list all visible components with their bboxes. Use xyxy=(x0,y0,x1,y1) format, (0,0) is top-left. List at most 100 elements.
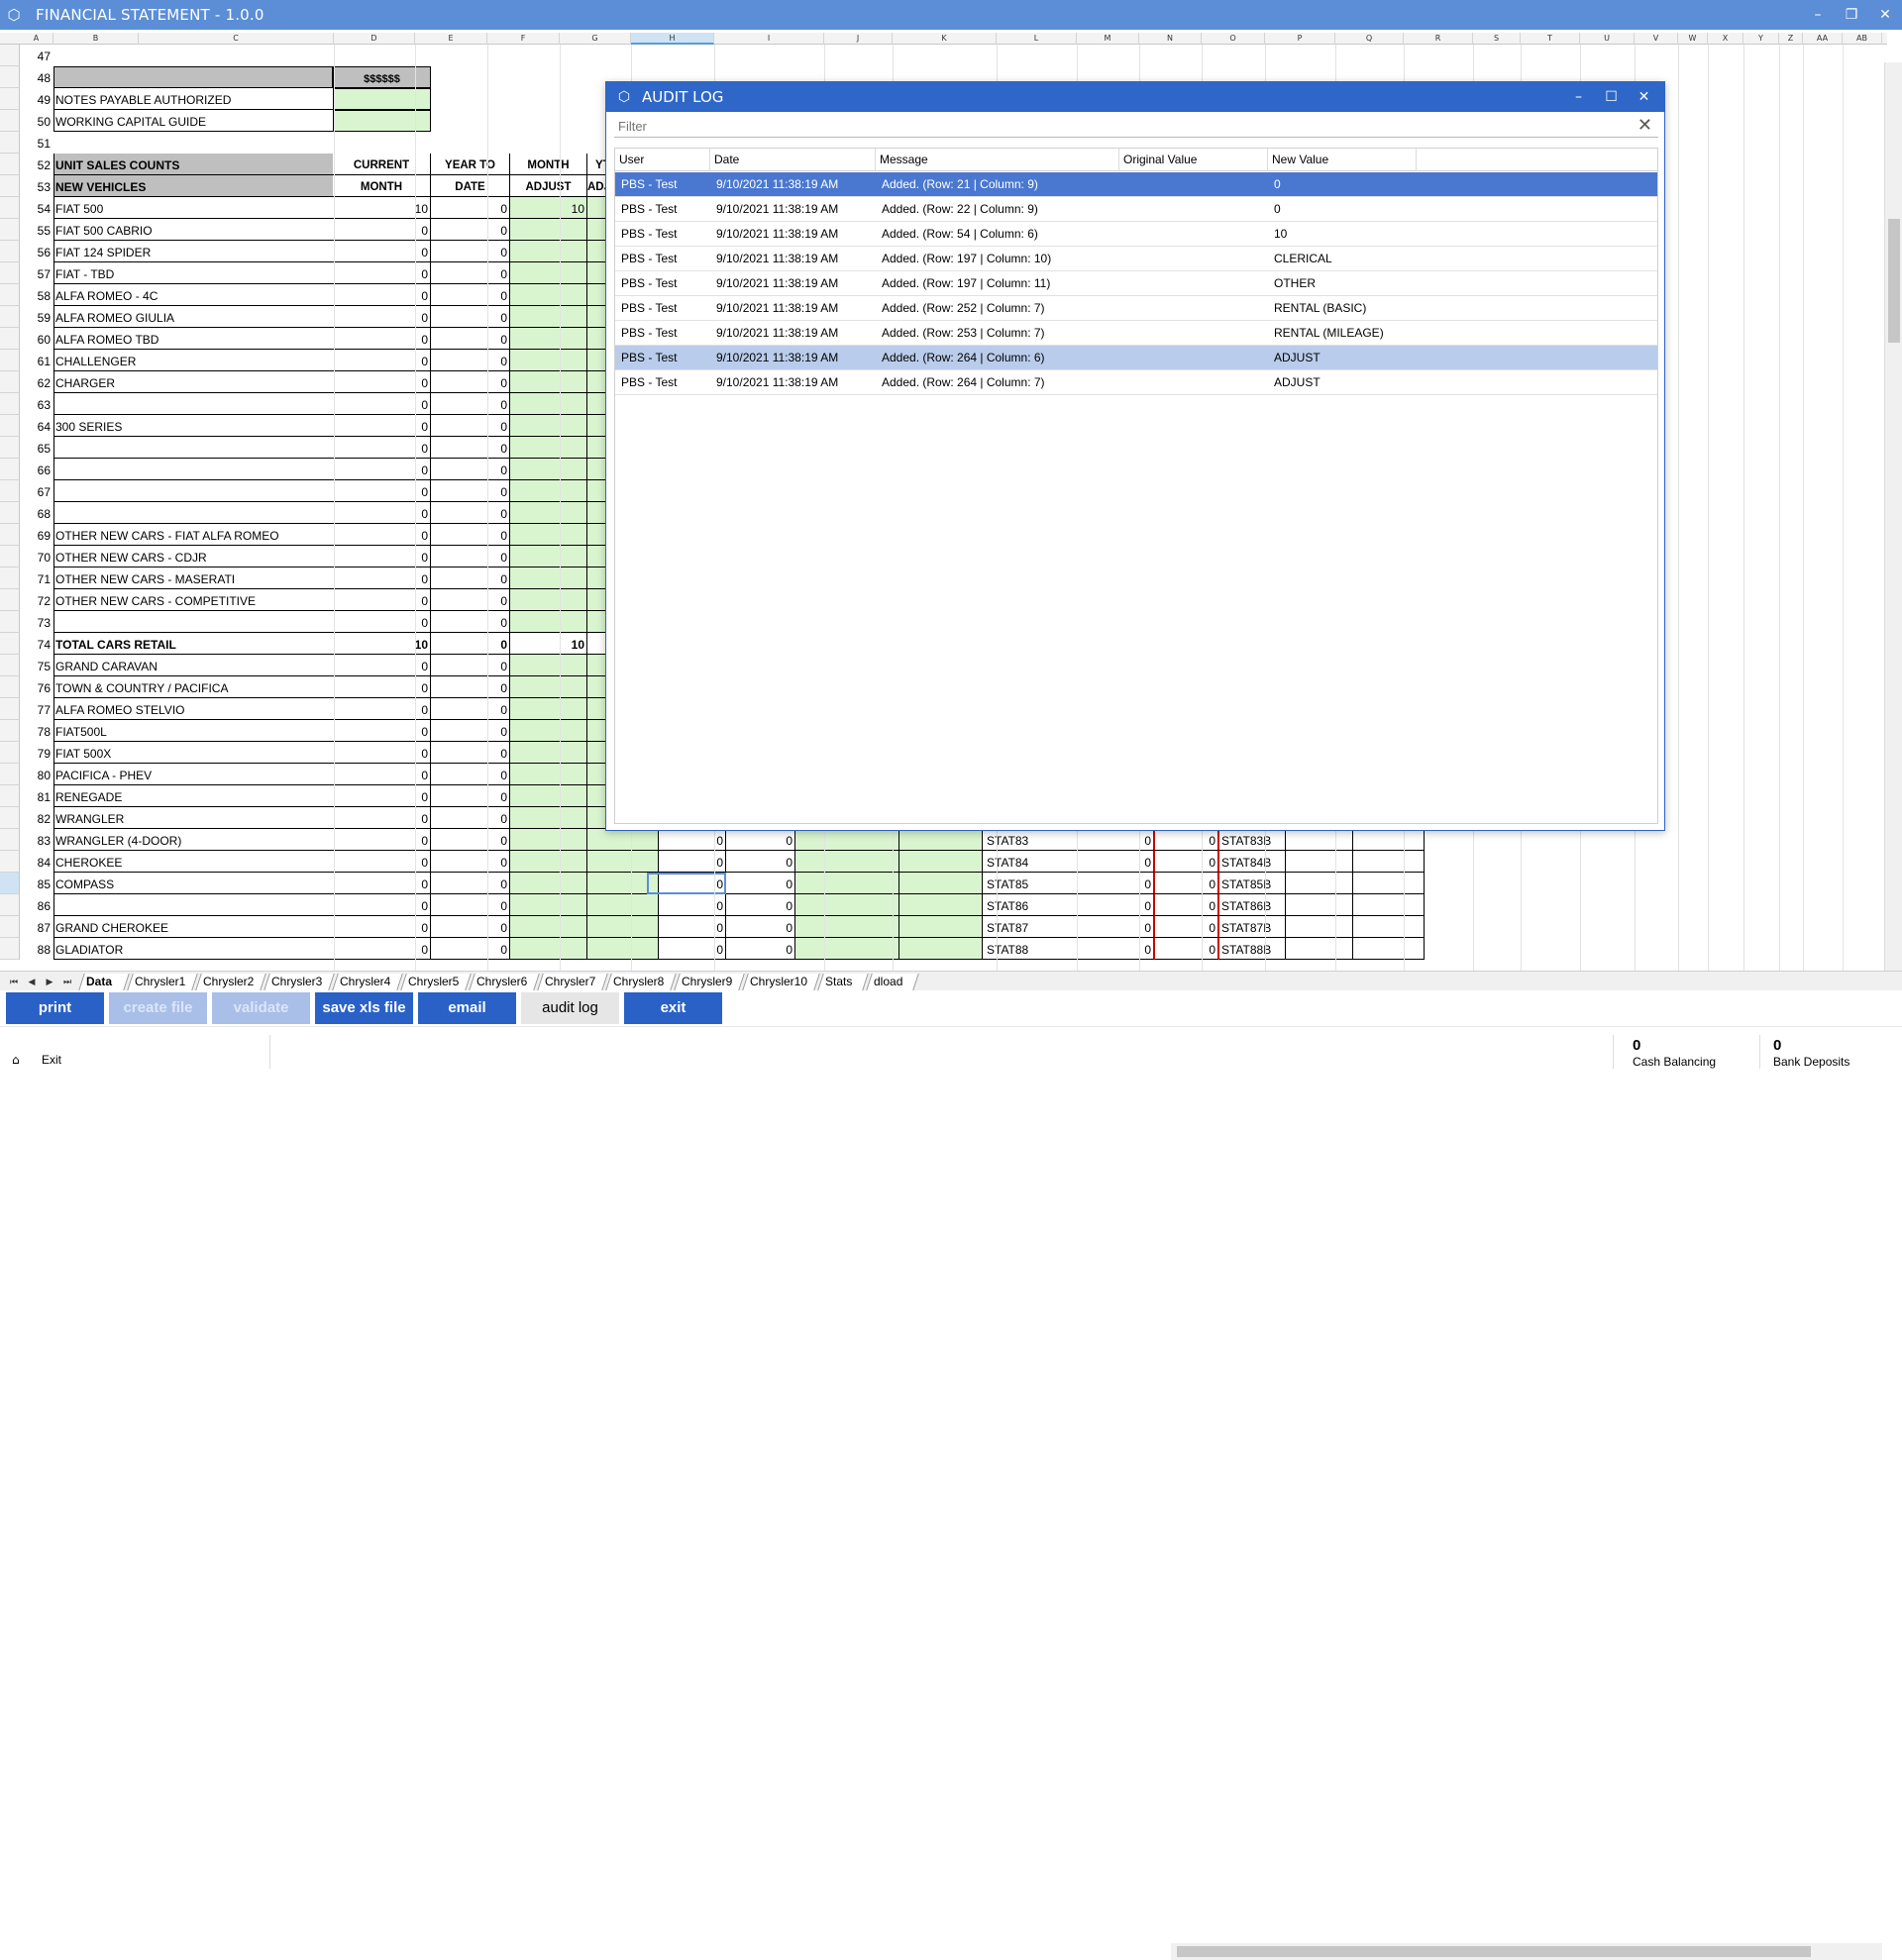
sheet-tab[interactable]: Chrysler5 xyxy=(400,974,472,990)
row-header[interactable] xyxy=(0,589,20,611)
row-label[interactable]: OTHER NEW CARS - FIAT ALFA ROMEO xyxy=(53,524,333,546)
exit-button[interactable]: exit xyxy=(624,992,722,1024)
sheet-tab[interactable]: Chrysler1 xyxy=(127,974,198,990)
year-to-date-cell[interactable]: 0 xyxy=(431,393,510,415)
month-adjust-cell[interactable] xyxy=(510,764,587,785)
row-header[interactable] xyxy=(0,132,20,154)
year-to-date-cell[interactable]: 0 xyxy=(431,742,510,764)
month-adjust-cell[interactable] xyxy=(510,720,587,742)
year-to-date-cell[interactable]: 0 xyxy=(431,676,510,698)
year-to-date-cell[interactable]: 0 xyxy=(431,197,510,219)
close-icon[interactable]: ✕ xyxy=(1868,0,1902,30)
row-header[interactable] xyxy=(0,393,20,415)
sheet-tab[interactable]: Chrysler10 xyxy=(742,974,820,990)
year-to-date-cell[interactable]: 0 xyxy=(431,480,510,502)
column-header[interactable]: Y xyxy=(1744,33,1779,45)
month-adjust-cell[interactable] xyxy=(510,546,587,567)
input-cell-j[interactable] xyxy=(795,851,899,873)
month-adjust-cell[interactable] xyxy=(510,916,587,938)
month-adjust-cell[interactable] xyxy=(510,829,587,851)
month-adjust-cell[interactable]: 10 xyxy=(510,633,587,655)
value-cell-i[interactable]: 0 xyxy=(726,894,795,916)
row-header[interactable] xyxy=(0,197,20,219)
stat-code-b-cell[interactable]: STAT88B xyxy=(1219,938,1286,960)
vertical-scrollbar[interactable] xyxy=(1884,62,1902,971)
month-adjust-cell[interactable] xyxy=(510,262,587,284)
empty-cell-p[interactable] xyxy=(1286,873,1353,894)
row-label[interactable]: TOTAL CARS RETAIL xyxy=(53,633,333,655)
current-month-cell[interactable]: 0 xyxy=(333,720,431,742)
column-header[interactable]: AB xyxy=(1843,33,1882,45)
audit-log-row[interactable]: PBS - Test 9/10/2021 11:38:19 AM Added. (R… xyxy=(615,247,1657,271)
input-cell-j[interactable] xyxy=(795,873,899,894)
month-adjust-cell[interactable] xyxy=(510,567,587,589)
month-adjust-cell[interactable] xyxy=(510,894,587,916)
month-adjust-cell[interactable] xyxy=(510,676,587,698)
current-month-cell[interactable]: 0 xyxy=(333,502,431,524)
column-header[interactable]: N xyxy=(1139,33,1202,45)
value-cell-m[interactable]: 0 xyxy=(1078,829,1155,851)
value-cell-m[interactable]: 0 xyxy=(1078,916,1155,938)
year-to-date-cell[interactable]: 0 xyxy=(431,611,510,633)
column-header[interactable]: U xyxy=(1580,33,1635,45)
audit-log-titlebar[interactable]: ⬡ AUDIT LOG – ☐ ✕ xyxy=(606,82,1664,112)
sheet-tab[interactable]: Chrysler8 xyxy=(605,974,677,990)
column-header[interactable]: D xyxy=(334,33,415,45)
current-month-cell[interactable]: 0 xyxy=(333,873,431,894)
month-adjust-cell[interactable] xyxy=(510,938,587,960)
month-adjust-cell[interactable] xyxy=(510,785,587,807)
year-to-date-cell[interactable]: 0 xyxy=(431,720,510,742)
row-header[interactable] xyxy=(0,873,20,894)
row-label[interactable]: ALFA ROMEO GIULIA xyxy=(53,306,333,328)
audit-log-row[interactable]: PBS - Test 9/10/2021 11:38:19 AM Added. (R… xyxy=(615,172,1657,197)
input-cell-k[interactable] xyxy=(899,829,983,851)
column-header[interactable]: X xyxy=(1708,33,1744,45)
column-header[interactable]: P xyxy=(1265,33,1335,45)
row-label[interactable]: FIAT500L xyxy=(53,720,333,742)
row-header[interactable] xyxy=(0,284,20,306)
row-label[interactable]: FIAT 500 CABRIO xyxy=(53,219,333,241)
row-header[interactable] xyxy=(0,807,20,829)
row-header[interactable] xyxy=(0,742,20,764)
row-label[interactable]: OTHER NEW CARS - MASERATI xyxy=(53,567,333,589)
empty-cell-q[interactable] xyxy=(1353,851,1425,873)
current-month-cell[interactable]: 0 xyxy=(333,241,431,262)
empty-cell-p[interactable] xyxy=(1286,829,1353,851)
restore-icon[interactable]: ❐ xyxy=(1835,0,1868,30)
row-label[interactable]: RENEGADE xyxy=(53,785,333,807)
row-header[interactable] xyxy=(0,88,20,110)
audit-log-row[interactable]: PBS - Test 9/10/2021 11:38:19 AM Added. (R… xyxy=(615,271,1657,296)
input-cell[interactable] xyxy=(333,110,431,132)
current-month-cell[interactable]: 0 xyxy=(333,676,431,698)
row-label[interactable]: FIAT 500X xyxy=(53,742,333,764)
row-header[interactable] xyxy=(0,567,20,589)
column-header[interactable]: I xyxy=(714,33,824,45)
email-button[interactable]: email xyxy=(418,992,516,1024)
current-month-cell[interactable]: 0 xyxy=(333,524,431,546)
row-header[interactable] xyxy=(0,524,20,546)
row-label[interactable]: FIAT 124 SPIDER xyxy=(53,241,333,262)
sheet-tab[interactable]: dload xyxy=(866,974,919,990)
year-to-date-cell[interactable]: 0 xyxy=(431,524,510,546)
row-header[interactable] xyxy=(0,720,20,742)
column-header[interactable]: C xyxy=(139,33,334,45)
current-month-cell[interactable]: 10 xyxy=(333,197,431,219)
save-xls-button[interactable]: save xls file xyxy=(315,992,413,1024)
month-adjust-cell[interactable] xyxy=(510,698,587,720)
year-to-date-cell[interactable]: 0 xyxy=(431,785,510,807)
row-label[interactable] xyxy=(53,437,333,459)
row-header[interactable] xyxy=(0,655,20,676)
row-header[interactable] xyxy=(0,415,20,437)
column-header[interactable]: Q xyxy=(1335,33,1404,45)
year-to-date-cell[interactable]: 0 xyxy=(431,567,510,589)
month-adjust-cell[interactable] xyxy=(510,502,587,524)
empty-cell-p[interactable] xyxy=(1286,938,1353,960)
sheet-tab[interactable]: Chrysler4 xyxy=(332,974,403,990)
column-header[interactable]: A xyxy=(20,33,53,45)
row-header[interactable] xyxy=(0,219,20,241)
month-adjust-cell[interactable] xyxy=(510,241,587,262)
month-adjust-cell[interactable] xyxy=(510,284,587,306)
status-exit-label[interactable]: Exit xyxy=(42,1053,61,1067)
sheet-tab[interactable]: Data xyxy=(78,974,130,990)
year-to-date-cell[interactable]: 0 xyxy=(431,371,510,393)
